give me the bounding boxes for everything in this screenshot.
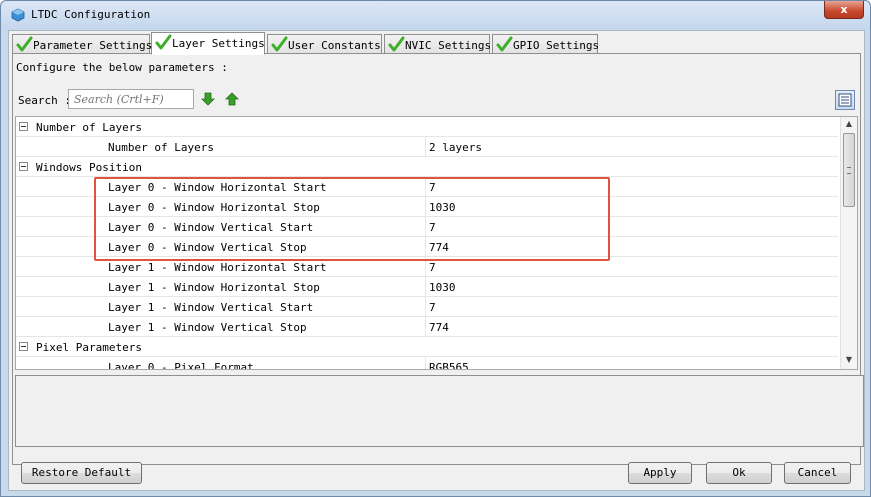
- instructions-text: Configure the below parameters :: [16, 61, 228, 74]
- parameter-name: Layer 1 - Window Horizontal Start: [108, 261, 327, 274]
- tab-user-constants[interactable]: User Constants: [267, 34, 382, 54]
- parameter-value[interactable]: RGB565: [429, 361, 469, 369]
- parameter-grid: Number of Layers Number of Layers 2 laye…: [15, 116, 858, 370]
- category-label: Windows Position: [36, 161, 142, 174]
- search-input[interactable]: [68, 89, 194, 109]
- tab-label: Layer Settings: [172, 37, 265, 50]
- parameter-value[interactable]: 7: [429, 221, 436, 234]
- table-row[interactable]: Number of Layers 2 layers: [16, 137, 838, 157]
- table-row[interactable]: Layer 0 - Window Vertical Start 7: [16, 217, 838, 237]
- list-view-icon: [838, 93, 852, 107]
- category-label: Pixel Parameters: [36, 341, 142, 354]
- check-icon: [16, 36, 33, 52]
- parameter-name: Layer 1 - Window Vertical Stop: [108, 321, 307, 334]
- tab-label: NVIC Settings: [405, 39, 492, 52]
- tab-label: GPIO Settings: [513, 39, 600, 52]
- parameter-name: Layer 0 - Window Vertical Start: [108, 221, 314, 234]
- parameter-value[interactable]: 774: [429, 241, 449, 254]
- close-button[interactable]: x: [824, 1, 864, 19]
- window-title: LTDC Configuration: [31, 8, 151, 21]
- parameter-name: Number of Layers: [108, 141, 214, 154]
- check-icon: [388, 36, 405, 52]
- scroll-down-arrow-icon[interactable]: ▼: [844, 355, 854, 365]
- check-icon: [496, 36, 513, 52]
- table-row[interactable]: Layer 0 - Window Horizontal Start 7: [16, 177, 838, 197]
- description-view-toggle-button[interactable]: [835, 90, 855, 110]
- tab-parameter-settings[interactable]: Parameter Settings: [12, 34, 153, 54]
- table-row[interactable]: Layer 1 - Window Horizontal Stop 1030: [16, 277, 838, 297]
- parameter-name: Layer 0 - Window Horizontal Start: [108, 181, 327, 194]
- table-row[interactable]: Layer 1 - Window Vertical Stop 774: [16, 317, 838, 337]
- description-pane: [15, 375, 864, 447]
- parameter-value[interactable]: 1030: [429, 281, 456, 294]
- restore-default-button[interactable]: Restore Default: [21, 462, 142, 484]
- parameter-value[interactable]: 1030: [429, 201, 456, 214]
- check-icon: [271, 36, 288, 52]
- dialog-client-area: Parameter Settings Layer Settings User C…: [8, 30, 865, 491]
- collapse-icon[interactable]: [19, 122, 28, 131]
- tab-label: User Constants: [288, 39, 381, 52]
- parameter-value[interactable]: 7: [429, 301, 436, 314]
- collapse-icon[interactable]: [19, 162, 28, 171]
- category-row[interactable]: Windows Position: [16, 157, 838, 177]
- search-label: Search :: [18, 94, 71, 107]
- vertical-scrollbar[interactable]: ▲ ▼: [840, 117, 857, 369]
- parameter-value[interactable]: 774: [429, 321, 449, 334]
- table-row[interactable]: Layer 0 - Pixel Format RGB565: [16, 357, 838, 370]
- app-cube-icon: [11, 8, 25, 22]
- parameter-value[interactable]: 7: [429, 261, 436, 274]
- category-label: Number of Layers: [36, 121, 142, 134]
- ltdc-configuration-window: LTDC Configuration x Parameter Settings …: [0, 0, 871, 497]
- tab-layer-settings[interactable]: Layer Settings: [151, 32, 265, 55]
- scroll-up-arrow-icon[interactable]: ▲: [844, 119, 854, 129]
- collapse-icon[interactable]: [19, 342, 28, 351]
- parameter-name: Layer 1 - Window Vertical Start: [108, 301, 314, 314]
- parameter-value[interactable]: 2 layers: [429, 141, 482, 154]
- table-row[interactable]: Layer 1 - Window Horizontal Start 7: [16, 257, 838, 277]
- tab-label: Parameter Settings: [33, 39, 153, 52]
- cancel-button[interactable]: Cancel: [784, 462, 851, 484]
- scrollbar-thumb[interactable]: [843, 133, 855, 207]
- grip-icon: [847, 167, 851, 174]
- tab-gpio-settings[interactable]: GPIO Settings: [492, 34, 600, 54]
- check-icon: [155, 34, 172, 50]
- parameter-name: Layer 0 - Window Vertical Stop: [108, 241, 307, 254]
- parameter-name: Layer 1 - Window Horizontal Stop: [108, 281, 320, 294]
- search-next-arrow-icon[interactable]: [200, 91, 216, 107]
- category-row[interactable]: Pixel Parameters: [16, 337, 838, 357]
- table-row[interactable]: Layer 1 - Window Vertical Start 7: [16, 297, 838, 317]
- ok-button[interactable]: Ok: [706, 462, 772, 484]
- apply-button[interactable]: Apply: [628, 462, 692, 484]
- parameter-name: Layer 0 - Window Horizontal Stop: [108, 201, 320, 214]
- table-row[interactable]: Layer 0 - Window Vertical Stop 774: [16, 237, 838, 257]
- category-row[interactable]: Number of Layers: [16, 117, 838, 137]
- table-row[interactable]: Layer 0 - Window Horizontal Stop 1030: [16, 197, 838, 217]
- parameter-value[interactable]: 7: [429, 181, 436, 194]
- tab-nvic-settings[interactable]: NVIC Settings: [384, 34, 492, 54]
- parameter-name: Layer 0 - Pixel Format: [108, 361, 254, 370]
- search-previous-arrow-icon[interactable]: [224, 91, 240, 107]
- title-bar[interactable]: LTDC Configuration x: [1, 1, 870, 29]
